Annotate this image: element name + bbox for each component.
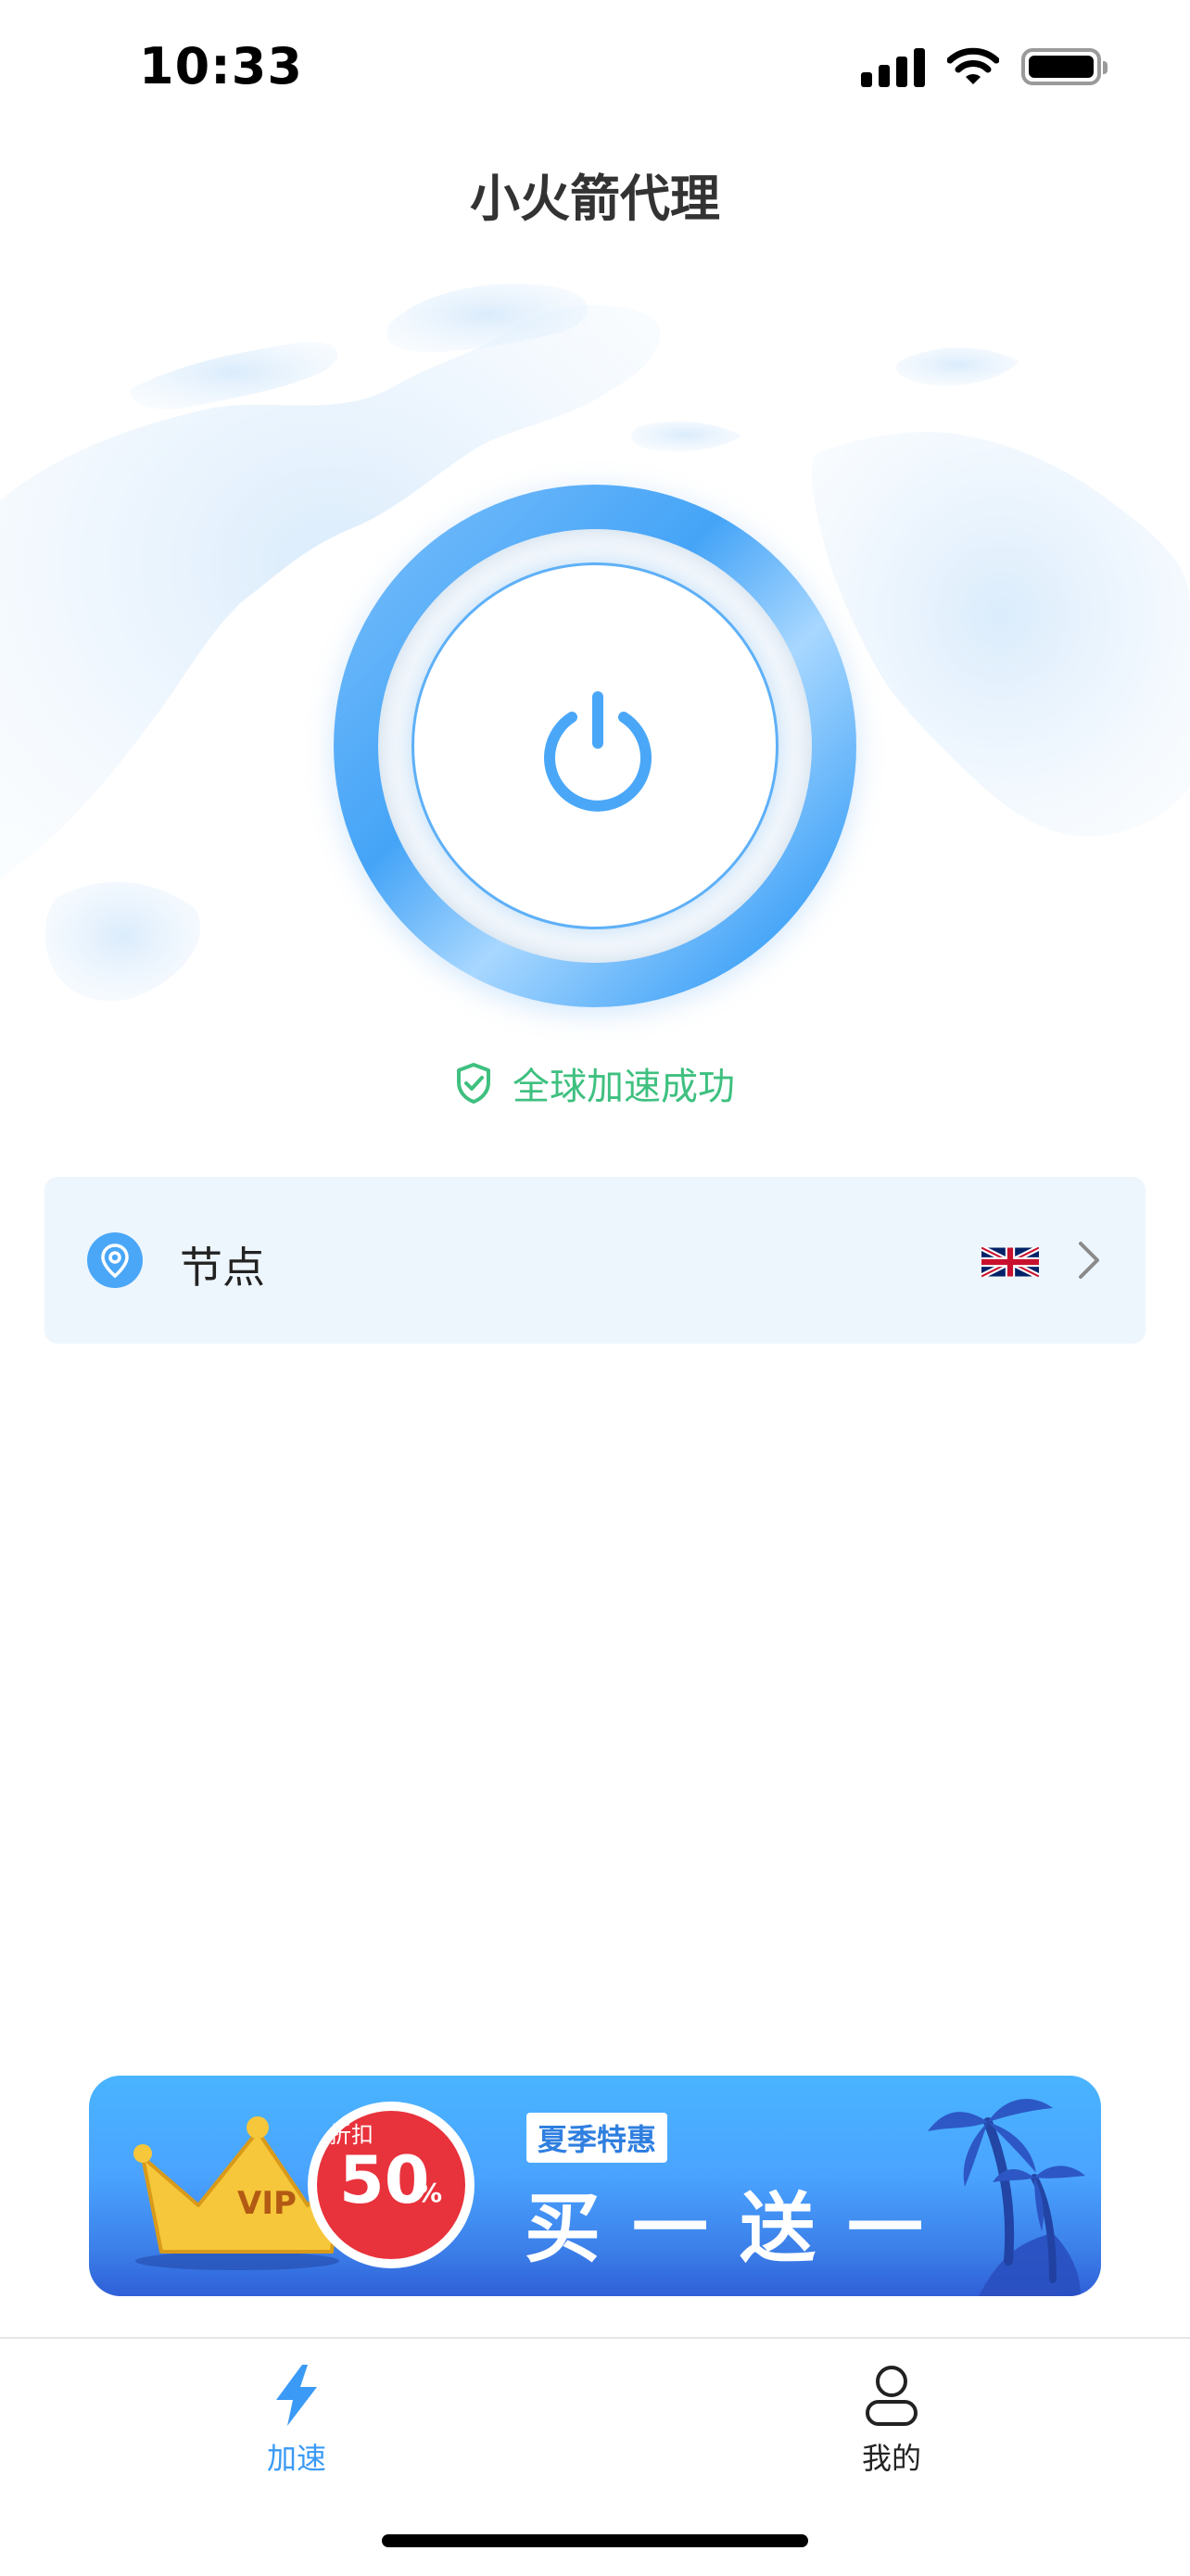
tab-mine[interactable]: 我的 bbox=[799, 2339, 984, 2487]
tab-accelerate-label: 加速 bbox=[266, 2441, 326, 2476]
node-label: 节点 bbox=[180, 1243, 265, 1293]
location-pin-icon bbox=[87, 1232, 143, 1288]
connection-status: 全球加速成功 bbox=[0, 1056, 1190, 1110]
chevron-right-icon bbox=[1079, 1242, 1099, 1279]
discount-unit: % bbox=[416, 2178, 443, 2208]
status-icons bbox=[861, 46, 1108, 87]
vip-label: VIP bbox=[237, 2185, 297, 2222]
battery-icon bbox=[1021, 48, 1108, 85]
promo-headline: 买一送一 bbox=[525, 2185, 956, 2273]
status-bar: 10:33 bbox=[0, 0, 1190, 139]
user-icon bbox=[866, 2366, 918, 2426]
power-button-inner bbox=[378, 529, 812, 963]
tab-mine-label: 我的 bbox=[861, 2441, 921, 2476]
tab-accelerate[interactable]: 加速 bbox=[204, 2339, 389, 2487]
promo-tag: 夏季特惠 bbox=[526, 2113, 668, 2163]
node-selector[interactable]: 节点 bbox=[44, 1177, 1146, 1344]
connection-status-text: 全球加速成功 bbox=[513, 1066, 735, 1108]
promo-banner[interactable]: VIP 折扣 50 % 夏季特惠 买一送一 bbox=[89, 2076, 1101, 2296]
wifi-icon bbox=[947, 47, 999, 84]
united-kingdom-flag-icon bbox=[981, 1247, 1039, 1277]
power-button-core bbox=[411, 562, 779, 929]
power-button[interactable] bbox=[334, 485, 856, 1007]
shield-check-icon bbox=[457, 1063, 490, 1104]
cellular-signal-icon bbox=[861, 46, 925, 87]
status-time: 10:33 bbox=[139, 37, 303, 95]
home-indicator[interactable] bbox=[382, 2534, 808, 2547]
lightning-bolt-icon bbox=[276, 2365, 317, 2426]
page-title: 小火箭代理 bbox=[470, 170, 720, 228]
power-icon bbox=[544, 691, 652, 812]
